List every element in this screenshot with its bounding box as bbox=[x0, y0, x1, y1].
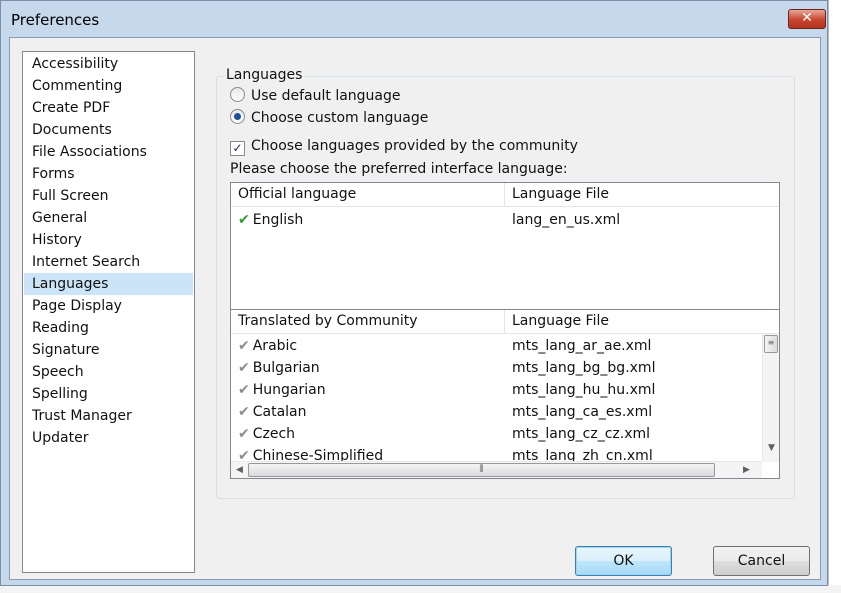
sidebar-item-spelling[interactable]: Spelling bbox=[24, 383, 193, 405]
choose-custom-language-option[interactable]: Choose custom language bbox=[230, 108, 428, 128]
check-icon: ✔ bbox=[238, 360, 250, 376]
community-language-list[interactable]: Translated by Community Language File ✔ A… bbox=[230, 309, 780, 479]
community-list-header: Translated by Community Language File bbox=[231, 310, 779, 334]
check-icon: ✔ bbox=[238, 382, 250, 398]
scroll-left-arrow-icon[interactable]: ◀ bbox=[231, 462, 248, 478]
community-language-row[interactable]: ✔ Catalan mts_lang_ca_es.xml bbox=[231, 401, 779, 423]
column-header-translated-by-community[interactable]: Translated by Community bbox=[231, 310, 505, 333]
community-language-row[interactable]: ✔ Arabic mts_lang_ar_ae.xml bbox=[231, 335, 779, 357]
language-file-cell: mts_lang_cz_cz.xml bbox=[512, 426, 651, 442]
language-cell: ✔ English bbox=[231, 209, 303, 231]
sidebar-item-languages[interactable]: Languages bbox=[24, 273, 193, 295]
scroll-down-arrow-icon[interactable]: ▼ bbox=[763, 440, 779, 457]
ok-button[interactable]: OK bbox=[575, 546, 672, 576]
background-window-edge-bottom bbox=[0, 585, 841, 593]
official-language-row[interactable]: ✔ English lang_en_us.xml bbox=[231, 209, 779, 231]
language-cell: ✔ Hungarian bbox=[231, 379, 326, 401]
community-languages-label: Choose languages provided by the communi… bbox=[251, 138, 578, 154]
column-header-language-file[interactable]: Language File bbox=[505, 310, 779, 333]
sidebar-item-page-display[interactable]: Page Display bbox=[24, 295, 193, 317]
language-file-cell: mts_lang_bg_bg.xml bbox=[512, 360, 656, 376]
dialog-title: Preferences bbox=[11, 11, 100, 29]
radio-unselected-icon[interactable] bbox=[230, 87, 245, 102]
sidebar-item-signature[interactable]: Signature bbox=[24, 339, 193, 361]
radio-selected-icon[interactable] bbox=[230, 109, 245, 124]
language-file-cell: mts_lang_hu_hu.xml bbox=[512, 382, 656, 398]
language-file-cell: mts_lang_ar_ae.xml bbox=[512, 338, 652, 354]
choose-custom-language-label: Choose custom language bbox=[251, 110, 429, 126]
community-languages-checkbox[interactable]: ✓ Choose languages provided by the commun… bbox=[230, 136, 578, 156]
use-default-language-option[interactable]: Use default language bbox=[230, 86, 401, 106]
sidebar-item-file-associations[interactable]: File Associations bbox=[24, 141, 193, 163]
column-header-official-language[interactable]: Official language bbox=[231, 183, 505, 206]
sidebar-item-reading[interactable]: Reading bbox=[24, 317, 193, 339]
checkmark-icon[interactable]: ✓ bbox=[230, 141, 245, 156]
language-name: Arabic bbox=[252, 338, 298, 354]
background-window-edge bbox=[828, 0, 841, 593]
language-name: Hungarian bbox=[252, 382, 326, 398]
community-language-row[interactable]: ✔ Czech mts_lang_cz_cz.xml bbox=[231, 423, 779, 445]
sidebar-item-speech[interactable]: Speech bbox=[24, 361, 193, 383]
column-header-language-file[interactable]: Language File bbox=[505, 183, 779, 206]
language-prompt: Please choose the preferred interface la… bbox=[230, 161, 568, 177]
sidebar-item-full-screen[interactable]: Full Screen bbox=[24, 185, 193, 207]
sidebar-item-accessibility[interactable]: Accessibility bbox=[24, 53, 193, 75]
sidebar-item-commenting[interactable]: Commenting bbox=[24, 75, 193, 97]
close-icon: ✕ bbox=[801, 10, 813, 26]
check-icon: ✔ bbox=[238, 426, 250, 442]
community-language-row[interactable]: ✔ Hungarian mts_lang_hu_hu.xml bbox=[231, 379, 779, 401]
horizontal-scroll-thumb[interactable]: ⦀ bbox=[248, 463, 715, 477]
title-bar[interactable]: Preferences ✕ bbox=[1, 1, 827, 37]
language-cell: ✔ Catalan bbox=[231, 401, 307, 423]
horizontal-scrollbar[interactable]: ◀ ⦀ ▶ bbox=[231, 461, 762, 478]
languages-group-title: Languages bbox=[224, 67, 305, 83]
official-language-list[interactable]: Official language Language File ✔ English… bbox=[230, 182, 780, 310]
language-file-cell: mts_lang_ca_es.xml bbox=[512, 404, 653, 420]
cancel-button[interactable]: Cancel bbox=[713, 546, 810, 576]
sidebar-item-general[interactable]: General bbox=[24, 207, 193, 229]
scroll-right-arrow-icon[interactable]: ▶ bbox=[738, 462, 755, 478]
category-list[interactable]: Accessibility Commenting Create PDF Docu… bbox=[22, 51, 195, 573]
sidebar-item-create-pdf[interactable]: Create PDF bbox=[24, 97, 193, 119]
check-icon: ✔ bbox=[238, 404, 250, 420]
sidebar-item-forms[interactable]: Forms bbox=[24, 163, 193, 185]
sidebar-item-documents[interactable]: Documents bbox=[24, 119, 193, 141]
language-name: Bulgarian bbox=[252, 360, 320, 376]
official-list-header: Official language Language File bbox=[231, 183, 779, 207]
vertical-scroll-thumb[interactable]: ≡ bbox=[764, 335, 778, 353]
community-language-row[interactable]: ✔ Bulgarian mts_lang_bg_bg.xml bbox=[231, 357, 779, 379]
sidebar-item-history[interactable]: History bbox=[24, 229, 193, 251]
preferences-dialog: Preferences ✕ Accessibility Commenting C… bbox=[0, 0, 828, 586]
language-cell: ✔ Arabic bbox=[231, 335, 297, 357]
language-cell: ✔ Czech bbox=[231, 423, 295, 445]
vertical-scrollbar[interactable]: ≡ ▼ bbox=[762, 334, 779, 462]
use-default-language-label: Use default language bbox=[251, 88, 401, 104]
sidebar-item-trust-manager[interactable]: Trust Manager bbox=[24, 405, 193, 427]
language-file-cell: lang_en_us.xml bbox=[512, 212, 621, 228]
language-name: English bbox=[252, 212, 304, 228]
language-name: Catalan bbox=[252, 404, 307, 420]
check-icon: ✔ bbox=[238, 212, 250, 228]
language-cell: ✔ Bulgarian bbox=[231, 357, 320, 379]
close-button[interactable]: ✕ bbox=[788, 9, 826, 29]
sidebar-item-updater[interactable]: Updater bbox=[24, 427, 193, 449]
sidebar-item-internet-search[interactable]: Internet Search bbox=[24, 251, 193, 273]
check-icon: ✔ bbox=[238, 338, 250, 354]
dialog-client-area: Accessibility Commenting Create PDF Docu… bbox=[9, 37, 821, 580]
language-name: Czech bbox=[252, 426, 296, 442]
